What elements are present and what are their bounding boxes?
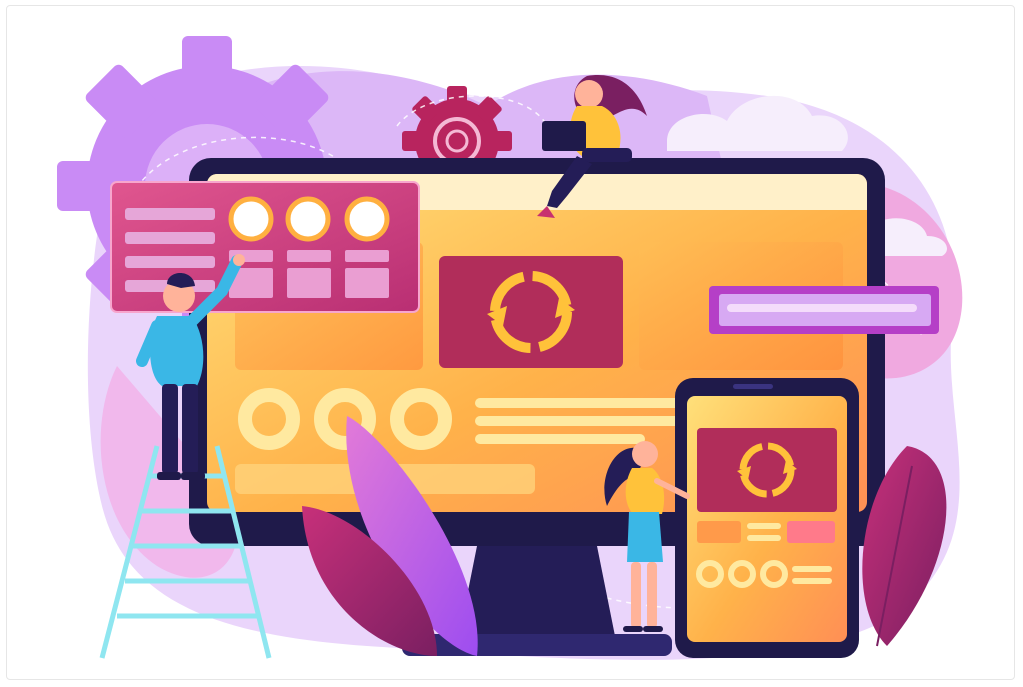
web-development-illustration [57,36,963,660]
illustration-frame [6,5,1015,680]
dashboard-card [110,181,420,313]
floating-banner [709,286,939,334]
tablet [675,378,859,658]
